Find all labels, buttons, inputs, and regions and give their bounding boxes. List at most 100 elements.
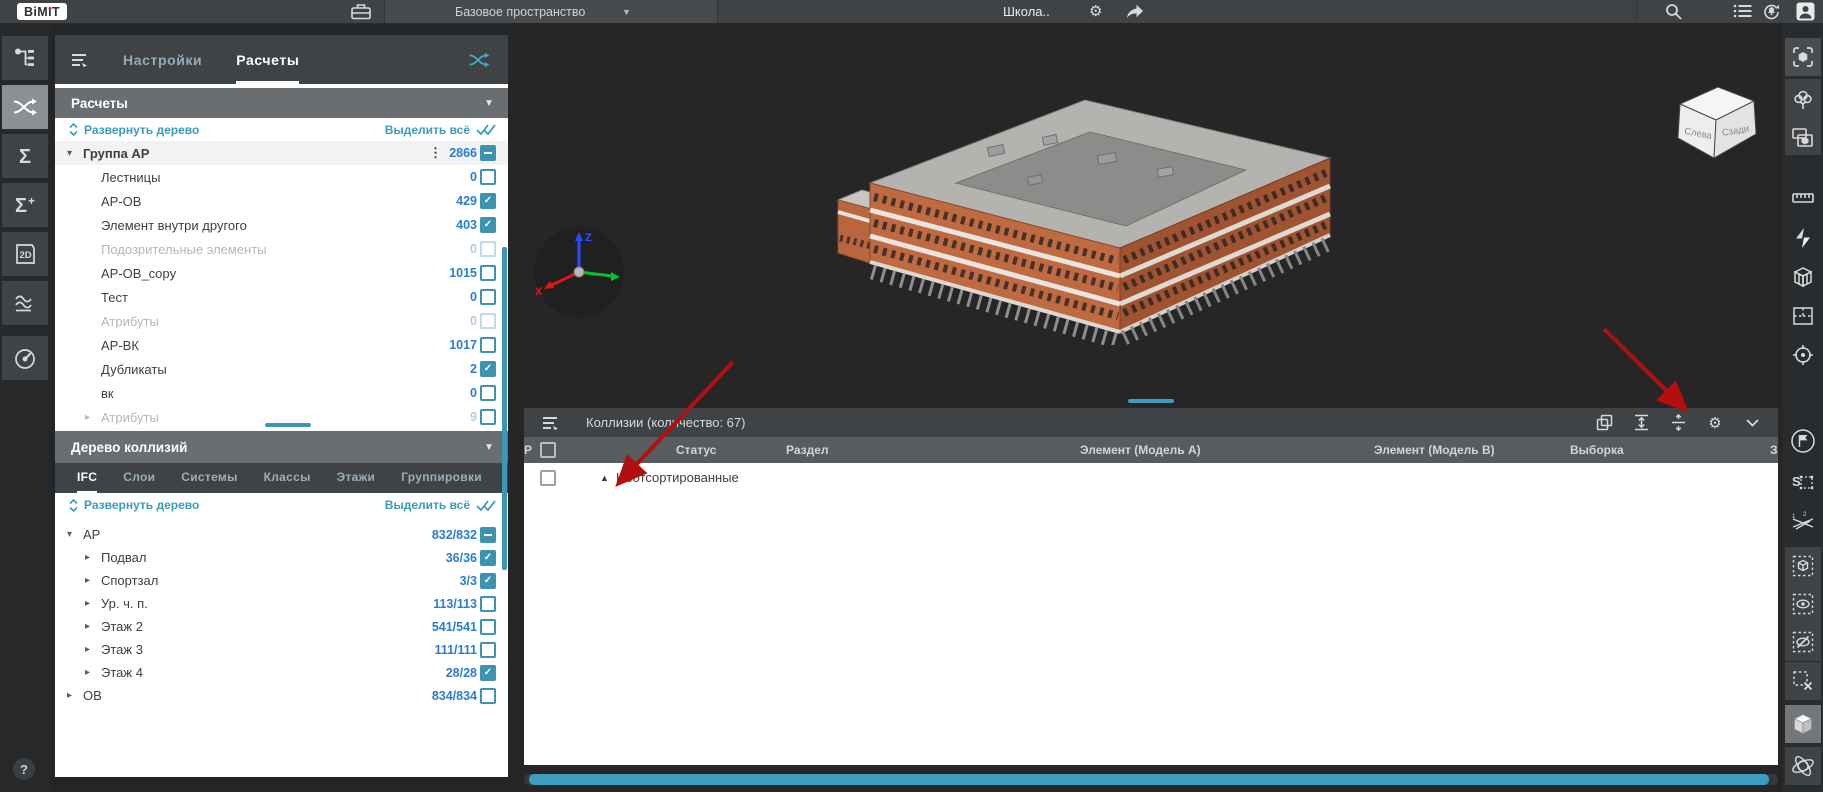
calc-section-header[interactable]: Расчеты ▼ [55,88,508,118]
tree-row[interactable]: ОВ 834/834 [55,684,508,707]
tree-row-checkbox[interactable] [480,550,496,566]
axes-compare-icon[interactable]: 1 2 [1785,503,1821,541]
floor-plan-icon[interactable] [1785,297,1821,335]
menu-list-icon[interactable] [1733,3,1752,19]
tree-row-checkbox[interactable] [480,361,496,377]
panel-menu-icon[interactable] [542,415,560,431]
clear-selection-icon[interactable] [1785,662,1821,700]
collision-flag-icon[interactable] [1785,422,1821,460]
tree-row[interactable]: Дубликаты ⋮ 2 [55,357,508,381]
account-icon[interactable] [1796,2,1815,21]
fit-height-icon[interactable] [1631,413,1651,433]
tree-row-checkbox[interactable] [480,409,496,425]
settings-gear-icon[interactable]: ⚙ [1089,2,1102,20]
column-header[interactable]: Выборка [1570,437,1624,463]
model-tree-icon[interactable] [2,36,48,80]
panel-drag-handle[interactable] [1128,399,1174,403]
briefcase-icon[interactable] [350,2,372,21]
tree-row[interactable]: АР-ОВ_copy ⋮ 1015 [55,261,508,285]
caret-icon[interactable] [85,412,101,423]
select-all-link[interactable]: Выделить всё [385,498,496,512]
locate-icon[interactable] [1785,336,1821,374]
bottom-scrollbar[interactable] [529,774,1769,785]
panel-menu-icon[interactable] [71,52,89,68]
tree-row-checkbox[interactable] [480,145,496,161]
tree-row[interactable]: вк ⋮ 0 [55,381,508,405]
tree-row[interactable]: АР 832/832 [55,523,508,546]
hide-selection-icon[interactable] [1785,623,1821,661]
gauge-icon[interactable] [2,336,48,380]
help-button[interactable]: ? [13,758,35,780]
tree-row-checkbox[interactable] [480,619,496,635]
column-header[interactable]: Раздел [786,437,829,463]
zoom-to-selection-icon[interactable] [1785,38,1821,76]
tree-row-checkbox[interactable] [480,169,496,185]
collision-tree-tab[interactable]: Классы [264,463,311,493]
tree-row-checkbox[interactable] [480,337,496,353]
tree-row-checkbox[interactable] [480,642,496,658]
chevron-down-icon[interactable]: ▼ [622,0,631,23]
collision-tree-tab[interactable]: Системы [181,463,237,493]
tree-row[interactable]: Ур. ч. п. 113/113 [55,592,508,615]
caret-icon[interactable] [85,575,101,586]
tree-row[interactable]: Подозрительные элементы ⋮ 0 [55,237,508,261]
column-header[interactable]: Элемент (Модель A) [1080,437,1201,463]
tree-row[interactable]: Спортзал 3/3 [55,569,508,592]
expand-tree-link[interactable]: Развернуть дерево [69,123,199,137]
notifications-icon[interactable] [1762,2,1781,21]
share-icon[interactable] [1126,3,1144,19]
collision-tree-tab[interactable]: Группировки [401,463,482,493]
chevron-down-icon[interactable]: ▼ [484,98,494,109]
collapse-chevron-icon[interactable] [1742,413,1762,433]
collision-tree-header[interactable]: Дерево коллизий ▼ [55,431,508,463]
tree-row[interactable]: АР-ОВ ⋮ 429 [55,189,508,213]
tree-row[interactable]: Этаж 4 28/28 [55,661,508,684]
column-header[interactable]: Заметки [1770,437,1778,463]
selection-box-icon[interactable] [1785,547,1821,585]
caret-icon[interactable] [67,690,83,701]
select-all-link[interactable]: Выделить всё [385,123,496,137]
measure-icon[interactable] [1785,179,1821,217]
expand-tree-link[interactable]: Развернуть дерево [69,498,199,512]
clash-detection-icon[interactable] [2,85,48,129]
tree-row[interactable]: Элемент внутри другого ⋮ 403 [55,213,508,237]
duplicate-icon[interactable] [1594,413,1614,433]
2d-view-icon[interactable]: 2D [2,232,48,276]
caret-icon[interactable] [67,148,83,159]
tree-row[interactable]: Лестницы ⋮ 0 [55,165,508,189]
tree-row-checkbox[interactable] [480,688,496,704]
tree-row[interactable]: Атрибуты ⋮ 0 [55,309,508,333]
collapse-triangle-icon[interactable]: ▲ [600,473,609,483]
row-checkbox[interactable] [540,470,556,486]
sum-icon[interactable]: Σ [2,134,48,178]
collision-tree-tab[interactable]: Слои [123,463,155,493]
cube-view-icon[interactable] [1785,705,1821,743]
tree-row[interactable]: Этаж 2 541/541 [55,615,508,638]
tree-row-checkbox[interactable] [480,596,496,612]
isolate-selection-icon[interactable] [1785,118,1821,156]
environment-icon[interactable] [1785,81,1821,119]
graphs-icon[interactable] [2,281,48,325]
building-model[interactable] [828,80,1343,345]
caret-icon[interactable] [85,598,101,609]
tab-settings[interactable]: Настройки [123,35,202,84]
tree-row-checkbox[interactable] [480,527,496,543]
tree-row[interactable]: Подвал 36/36 [55,546,508,569]
show-selection-icon[interactable] [1785,585,1821,623]
row-menu-icon[interactable]: ⋮ [429,145,442,161]
tree-hscrollbar[interactable] [265,423,311,427]
tree-row[interactable]: Тест ⋮ 0 [55,285,508,309]
workspace-name[interactable]: Базовое пространство [455,0,585,23]
tree-row-checkbox[interactable] [480,665,496,681]
chevron-down-icon[interactable]: ▼ [484,442,494,453]
tree-row-checkbox[interactable] [480,573,496,589]
caret-icon[interactable] [85,644,101,655]
tab-calculations[interactable]: Расчеты [236,35,299,84]
clash-icon[interactable] [466,49,492,71]
caret-icon[interactable] [85,621,101,632]
column-header[interactable]: Статус [676,437,716,463]
tree-row-checkbox[interactable] [480,313,496,329]
select-all-checkbox[interactable] [540,442,556,458]
tree-row-checkbox[interactable] [480,265,496,281]
axis-gizmo[interactable]: Z X [532,225,627,317]
